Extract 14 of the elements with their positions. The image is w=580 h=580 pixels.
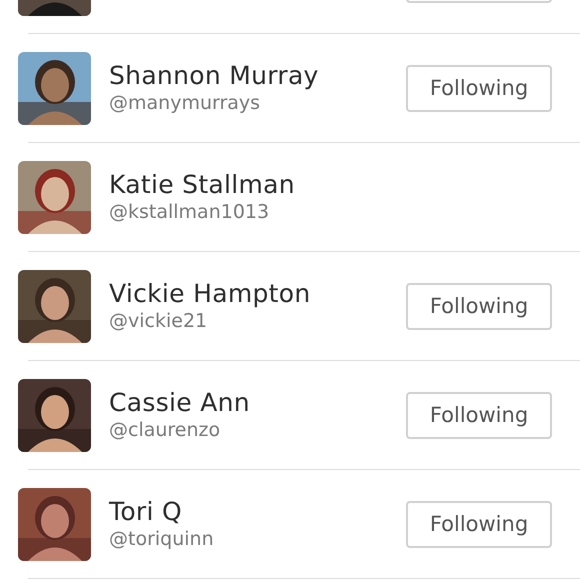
user-handle: @kstallman1013 <box>109 200 270 225</box>
following-button[interactable]: Following <box>406 282 552 330</box>
user-handle: @toriquinn <box>109 527 215 552</box>
user-handle: @manymurrays <box>109 91 262 116</box>
user-name: Katie Stallman <box>109 169 296 200</box>
user-handle: @claurenzo <box>109 418 222 443</box>
following-button[interactable]: Following <box>406 64 552 112</box>
following-button[interactable]: Following <box>406 392 552 438</box>
user-name: Tori Q <box>109 496 183 527</box>
user-handle: @vickie21 <box>109 309 208 334</box>
user-name: Vickie Hampton <box>109 278 312 309</box>
following-button[interactable]: Following <box>406 500 552 548</box>
user-name: Cassie Ann <box>109 387 251 418</box>
user-name: Shannon Murray <box>109 60 320 91</box>
